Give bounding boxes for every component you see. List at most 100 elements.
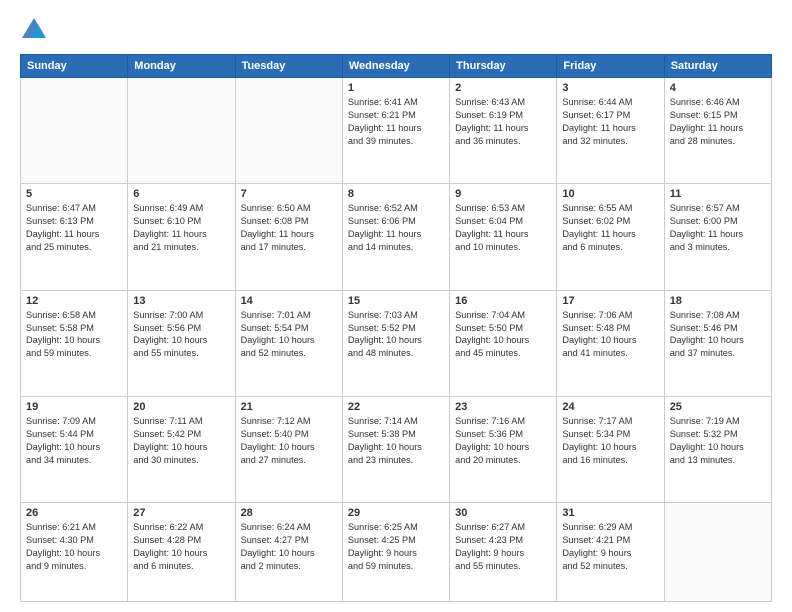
day-number: 17 xyxy=(562,295,658,307)
calendar-cell: 24 Sunrise: 7:17 AMSunset: 5:34 PMDayligh… xyxy=(557,397,664,503)
day-info: Sunrise: 6:44 AMSunset: 6:17 PMDaylight:… xyxy=(562,96,658,148)
calendar-cell: 26 Sunrise: 6:21 AMSunset: 4:30 PMDayligh… xyxy=(21,503,128,602)
day-info: Sunrise: 7:01 AMSunset: 5:54 PMDaylight:… xyxy=(241,309,337,361)
day-info: Sunrise: 7:17 AMSunset: 5:34 PMDaylight:… xyxy=(562,415,658,467)
calendar-cell: 1 Sunrise: 6:41 AMSunset: 6:21 PMDaylight… xyxy=(342,78,449,184)
calendar-week-row: 1 Sunrise: 6:41 AMSunset: 6:21 PMDaylight… xyxy=(21,78,772,184)
day-number: 10 xyxy=(562,188,658,200)
day-info: Sunrise: 7:12 AMSunset: 5:40 PMDaylight:… xyxy=(241,415,337,467)
calendar-cell: 9 Sunrise: 6:53 AMSunset: 6:04 PMDaylight… xyxy=(450,184,557,290)
day-info: Sunrise: 6:47 AMSunset: 6:13 PMDaylight:… xyxy=(26,202,122,254)
weekday-header-row: SundayMondayTuesdayWednesdayThursdayFrid… xyxy=(21,55,772,78)
calendar-cell: 3 Sunrise: 6:44 AMSunset: 6:17 PMDaylight… xyxy=(557,78,664,184)
day-info: Sunrise: 6:43 AMSunset: 6:19 PMDaylight:… xyxy=(455,96,551,148)
calendar-cell: 6 Sunrise: 6:49 AMSunset: 6:10 PMDaylight… xyxy=(128,184,235,290)
day-info: Sunrise: 6:52 AMSunset: 6:06 PMDaylight:… xyxy=(348,202,444,254)
day-number: 31 xyxy=(562,507,658,519)
day-info: Sunrise: 7:16 AMSunset: 5:36 PMDaylight:… xyxy=(455,415,551,467)
calendar-cell xyxy=(21,78,128,184)
day-number: 12 xyxy=(26,295,122,307)
calendar-cell: 19 Sunrise: 7:09 AMSunset: 5:44 PMDayligh… xyxy=(21,397,128,503)
calendar-cell: 23 Sunrise: 7:16 AMSunset: 5:36 PMDayligh… xyxy=(450,397,557,503)
weekday-header: Thursday xyxy=(450,55,557,78)
day-number: 7 xyxy=(241,188,337,200)
day-info: Sunrise: 6:49 AMSunset: 6:10 PMDaylight:… xyxy=(133,202,229,254)
day-number: 20 xyxy=(133,401,229,413)
day-number: 23 xyxy=(455,401,551,413)
calendar-cell: 20Sunrise: 7:11 AMSunset: 5:42 PMDayligh… xyxy=(128,397,235,503)
day-info: Sunrise: 6:55 AMSunset: 6:02 PMDaylight:… xyxy=(562,202,658,254)
calendar-cell: 10 Sunrise: 6:55 AMSunset: 6:02 PMDayligh… xyxy=(557,184,664,290)
calendar-cell xyxy=(235,78,342,184)
day-number: 9 xyxy=(455,188,551,200)
day-number: 30 xyxy=(455,507,551,519)
day-info: Sunrise: 6:53 AMSunset: 6:04 PMDaylight:… xyxy=(455,202,551,254)
day-info: Sunrise: 6:57 AMSunset: 6:00 PMDaylight:… xyxy=(670,202,766,254)
day-number: 11 xyxy=(670,188,766,200)
calendar-cell xyxy=(128,78,235,184)
day-info: Sunrise: 6:29 AMSunset: 4:21 PMDaylight:… xyxy=(562,521,658,573)
day-number: 1 xyxy=(348,82,444,94)
calendar-cell: 4 Sunrise: 6:46 AMSunset: 6:15 PMDaylight… xyxy=(664,78,771,184)
day-number: 24 xyxy=(562,401,658,413)
day-number: 5 xyxy=(26,188,122,200)
header xyxy=(20,16,772,44)
day-number: 4 xyxy=(670,82,766,94)
calendar-cell: 2 Sunrise: 6:43 AMSunset: 6:19 PMDaylight… xyxy=(450,78,557,184)
day-info: Sunrise: 6:25 AMSunset: 4:25 PMDaylight:… xyxy=(348,521,444,573)
weekday-header: Wednesday xyxy=(342,55,449,78)
day-number: 13 xyxy=(133,295,229,307)
calendar-cell: 22 Sunrise: 7:14 AMSunset: 5:38 PMDayligh… xyxy=(342,397,449,503)
calendar-cell: 5 Sunrise: 6:47 AMSunset: 6:13 PMDaylight… xyxy=(21,184,128,290)
day-info: Sunrise: 7:14 AMSunset: 5:38 PMDaylight:… xyxy=(348,415,444,467)
day-number: 27 xyxy=(133,507,229,519)
day-number: 18 xyxy=(670,295,766,307)
day-info: Sunrise: 6:46 AMSunset: 6:15 PMDaylight:… xyxy=(670,96,766,148)
day-info: Sunrise: 6:22 AMSunset: 4:28 PMDaylight:… xyxy=(133,521,229,573)
calendar-cell: 8Sunrise: 6:52 AMSunset: 6:06 PMDaylight… xyxy=(342,184,449,290)
calendar-cell: 27 Sunrise: 6:22 AMSunset: 4:28 PMDayligh… xyxy=(128,503,235,602)
weekday-header: Friday xyxy=(557,55,664,78)
calendar-cell: 18Sunrise: 7:08 AMSunset: 5:46 PMDayligh… xyxy=(664,290,771,396)
logo-icon xyxy=(20,16,48,44)
day-number: 16 xyxy=(455,295,551,307)
day-info: Sunrise: 6:41 AMSunset: 6:21 PMDaylight:… xyxy=(348,96,444,148)
day-info: Sunrise: 7:06 AMSunset: 5:48 PMDaylight:… xyxy=(562,309,658,361)
calendar-cell: 28 Sunrise: 6:24 AMSunset: 4:27 PMDayligh… xyxy=(235,503,342,602)
day-number: 19 xyxy=(26,401,122,413)
day-info: Sunrise: 6:24 AMSunset: 4:27 PMDaylight:… xyxy=(241,521,337,573)
day-number: 2 xyxy=(455,82,551,94)
calendar-cell: 16 Sunrise: 7:04 AMSunset: 5:50 PMDayligh… xyxy=(450,290,557,396)
calendar-cell: 11 Sunrise: 6:57 AMSunset: 6:00 PMDayligh… xyxy=(664,184,771,290)
calendar-cell: 29 Sunrise: 6:25 AMSunset: 4:25 PMDayligh… xyxy=(342,503,449,602)
day-number: 6 xyxy=(133,188,229,200)
calendar-cell xyxy=(664,503,771,602)
day-info: Sunrise: 7:00 AMSunset: 5:56 PMDaylight:… xyxy=(133,309,229,361)
calendar-week-row: 19 Sunrise: 7:09 AMSunset: 5:44 PMDayligh… xyxy=(21,397,772,503)
calendar: SundayMondayTuesdayWednesdayThursdayFrid… xyxy=(20,54,772,602)
day-info: Sunrise: 7:09 AMSunset: 5:44 PMDaylight:… xyxy=(26,415,122,467)
calendar-cell: 12Sunrise: 6:58 AMSunset: 5:58 PMDayligh… xyxy=(21,290,128,396)
day-number: 29 xyxy=(348,507,444,519)
weekday-header: Saturday xyxy=(664,55,771,78)
day-info: Sunrise: 6:50 AMSunset: 6:08 PMDaylight:… xyxy=(241,202,337,254)
calendar-cell: 25Sunrise: 7:19 AMSunset: 5:32 PMDayligh… xyxy=(664,397,771,503)
weekday-header: Sunday xyxy=(21,55,128,78)
calendar-week-row: 12Sunrise: 6:58 AMSunset: 5:58 PMDayligh… xyxy=(21,290,772,396)
calendar-cell: 21 Sunrise: 7:12 AMSunset: 5:40 PMDayligh… xyxy=(235,397,342,503)
page: SundayMondayTuesdayWednesdayThursdayFrid… xyxy=(0,0,792,612)
day-info: Sunrise: 7:03 AMSunset: 5:52 PMDaylight:… xyxy=(348,309,444,361)
calendar-cell: 17 Sunrise: 7:06 AMSunset: 5:48 PMDayligh… xyxy=(557,290,664,396)
calendar-cell: 14 Sunrise: 7:01 AMSunset: 5:54 PMDayligh… xyxy=(235,290,342,396)
day-number: 21 xyxy=(241,401,337,413)
day-info: Sunrise: 6:21 AMSunset: 4:30 PMDaylight:… xyxy=(26,521,122,573)
day-number: 22 xyxy=(348,401,444,413)
day-info: Sunrise: 6:27 AMSunset: 4:23 PMDaylight:… xyxy=(455,521,551,573)
day-info: Sunrise: 7:04 AMSunset: 5:50 PMDaylight:… xyxy=(455,309,551,361)
day-number: 14 xyxy=(241,295,337,307)
day-number: 3 xyxy=(562,82,658,94)
calendar-cell: 13 Sunrise: 7:00 AMSunset: 5:56 PMDayligh… xyxy=(128,290,235,396)
day-number: 28 xyxy=(241,507,337,519)
logo xyxy=(20,16,50,44)
day-number: 26 xyxy=(26,507,122,519)
